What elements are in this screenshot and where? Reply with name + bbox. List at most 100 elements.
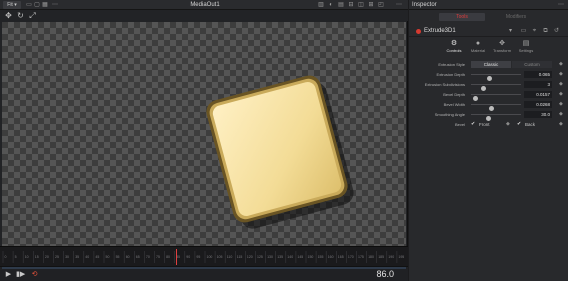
bevel-width-slider[interactable]	[471, 104, 521, 111]
options-icon[interactable]: ⊞	[368, 2, 374, 8]
channel-icon[interactable]: ◐	[328, 2, 334, 8]
subtab-settings[interactable]: ▤ Settings	[513, 39, 539, 56]
timeline-tick-label: 65	[136, 255, 140, 259]
timeline-tick-label: 0	[5, 255, 7, 259]
lut-icon[interactable]: ▭	[26, 2, 32, 8]
timeline-tick-label: 40	[85, 255, 89, 259]
smoothing-angle-slider[interactable]	[471, 114, 521, 121]
timeline-tick-label: 75	[156, 255, 160, 259]
zoom-dropdown[interactable]: Fit ▾	[3, 1, 21, 9]
timeline-tick-label: 145	[297, 255, 303, 259]
rotate-icon[interactable]: ↻	[16, 11, 25, 20]
pick-icon[interactable]: ⌖	[531, 27, 538, 35]
keyframe-icon[interactable]: ◆	[559, 61, 563, 68]
viewer-canvas[interactable]	[2, 22, 406, 246]
subtab-material[interactable]: ● Material	[465, 39, 491, 56]
subtab-transform[interactable]: ✥ Transform	[489, 39, 515, 56]
param-label: Bevel Width	[443, 102, 465, 107]
param-label: Bevel Depth	[443, 92, 465, 97]
timeline-tick-label: 20	[45, 255, 49, 259]
param-label: Bevel	[454, 122, 465, 127]
bevel-back-label: Back	[525, 122, 536, 127]
menu-icon[interactable]: ⋯	[396, 2, 402, 8]
lock-icon[interactable]: ⊟	[348, 2, 354, 8]
keyframe-icon[interactable]: ◆	[559, 111, 563, 118]
bevel-front-checkbox[interactable]: ✔	[471, 120, 475, 129]
param-bevel-width: Bevel Width 0.0268 ◆	[409, 100, 568, 111]
viewer-toolbar: Fit ▾ ▭ ▢ ▦ ⋯ MediaOut1 ▥ ◐ ▤ ⊟ ◫ ⊞ ◰ ⋯	[0, 0, 408, 10]
extrusion-depth-slider[interactable]	[471, 74, 521, 81]
version-icon[interactable]: ▾	[507, 27, 514, 35]
inspector-tabs: Tools Modifiers	[409, 11, 568, 22]
style-classic-button[interactable]: Classic	[471, 61, 511, 68]
timeline-tick-label: 110	[227, 255, 233, 259]
inspector-title: Inspector	[412, 2, 437, 8]
subtab-controls[interactable]: ⚙ Controls	[441, 39, 467, 56]
timeline-tick-label: 100	[207, 255, 213, 259]
bevel-depth-field[interactable]: 0.0157	[524, 91, 552, 98]
style-custom-button[interactable]: Custom	[512, 61, 552, 68]
bevel-width-field[interactable]: 0.0268	[524, 101, 552, 108]
step-forward-icon[interactable]: ▮▶	[16, 270, 25, 279]
extrusion-depth-field[interactable]: 0.065	[524, 71, 552, 78]
grid-icon[interactable]: ▦	[42, 2, 48, 8]
subtab-transform-label: Transform	[492, 48, 512, 53]
timeline-tick-label: 25	[55, 255, 59, 259]
viewer-tools: ✥ ↻ ⤢	[0, 10, 408, 21]
tab-modifiers[interactable]: Modifiers	[493, 13, 539, 21]
loop-icon[interactable]: ⟲	[30, 270, 39, 279]
extrusion-subdivisions-field[interactable]: 3	[524, 81, 552, 88]
timeline-tick-label: 45	[95, 255, 99, 259]
solo-icon[interactable]: ◫	[358, 2, 364, 8]
overlay-icon[interactable]: ▤	[338, 2, 344, 8]
param-bevel: Bevel ✔ Front ◆ ✔ Back ◆	[409, 120, 568, 129]
keyframe-icon[interactable]: ◆	[559, 121, 563, 128]
copy-icon[interactable]: ⧉	[542, 27, 549, 35]
timeline-tick-label: 35	[75, 255, 79, 259]
split-icon[interactable]: ▥	[318, 2, 324, 8]
keyframe-icon[interactable]: ◆	[506, 121, 510, 128]
reset-icon[interactable]: ↺	[553, 27, 560, 35]
timeline-tick-label: 160	[328, 255, 334, 259]
viewer-title: MediaOut1	[190, 2, 220, 8]
timeline-ruler[interactable]: 0 5 10 15 20 25 30 35 40 45 50 55 60 65 70 75 80 85 90 95 10…	[2, 251, 406, 263]
node-header[interactable]: Extrude3D1 ▾ ▭ ⌖ ⧉ ↺	[409, 25, 568, 37]
timeline-tick-label: 195	[398, 255, 404, 259]
timeline-tick-label: 155	[318, 255, 324, 259]
more-icon[interactable]: ⋯	[52, 2, 58, 8]
param-label: Extrusion Style	[438, 62, 465, 67]
subtab-material-label: Material	[470, 48, 486, 53]
controls-icon: ⚙	[450, 40, 458, 47]
node-enable-icon[interactable]	[416, 29, 421, 34]
extrusion-subdivisions-slider[interactable]	[471, 84, 521, 91]
param-bevel-depth: Bevel Depth 0.0157 ◆	[409, 90, 568, 101]
keyframe-icon[interactable]: ◆	[559, 81, 563, 88]
smoothing-angle-field[interactable]: 30.0	[524, 111, 552, 118]
roi-icon[interactable]: ▢	[34, 2, 40, 8]
timeline-tick-label: 150	[308, 255, 314, 259]
keyframe-icon[interactable]: ◆	[559, 71, 563, 78]
subtab-controls-label: Controls	[446, 48, 462, 53]
menu-icon[interactable]: ⋯	[558, 0, 564, 10]
current-frame[interactable]: 86.0	[376, 268, 394, 281]
timeline-tick-label: 165	[338, 255, 344, 259]
bevel-front-label: Front	[479, 122, 490, 127]
node-subtabs: ⚙ Controls ● Material ✥ Transform ▤ Sett…	[409, 38, 568, 57]
keyframe-icon[interactable]: ◆	[559, 91, 563, 98]
move-icon[interactable]: ✥	[4, 11, 13, 20]
bevel-depth-slider[interactable]	[471, 94, 521, 101]
play-icon[interactable]: ▶	[4, 270, 13, 279]
tab-tools[interactable]: Tools	[439, 13, 485, 21]
scale-icon[interactable]: ⤢	[28, 11, 37, 20]
timeline-tick-label: 95	[196, 255, 200, 259]
keyframe-icon[interactable]: ◆	[559, 101, 563, 108]
playhead[interactable]	[175, 249, 177, 265]
timeline-tick-label: 135	[277, 255, 283, 259]
timeline[interactable]: 0 5 10 15 20 25 30 35 40 45 50 55 60 65 70 75 80 85 90 95 10…	[0, 246, 408, 266]
timeline-tick-label: 90	[186, 255, 190, 259]
view-icon[interactable]: ◰	[378, 2, 384, 8]
transform-icon: ✥	[499, 40, 505, 47]
folder-icon[interactable]: ▭	[520, 27, 527, 35]
bevel-back-checkbox[interactable]: ✔	[517, 120, 521, 129]
timeline-tick-label: 85	[176, 255, 180, 259]
